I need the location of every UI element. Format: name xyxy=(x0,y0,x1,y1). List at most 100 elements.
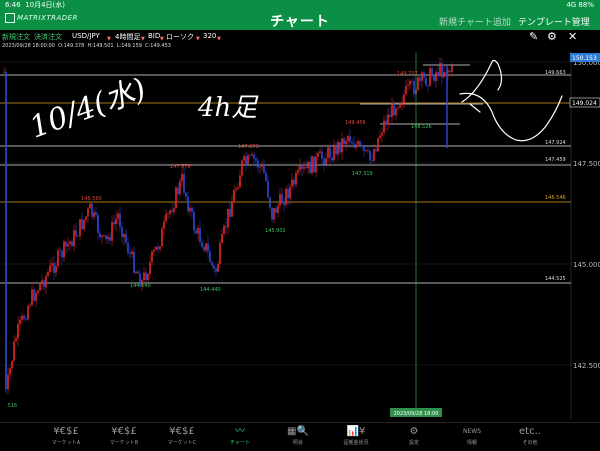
candle-body xyxy=(263,166,265,173)
candle-body xyxy=(53,263,55,273)
candle-body xyxy=(189,207,191,212)
search-icon: ▦🔍 xyxy=(287,426,309,437)
ohlc-close: C:149.453 xyxy=(145,43,171,49)
side-select[interactable]: BID xyxy=(148,32,160,40)
chart-type-select[interactable]: ローソク xyxy=(166,32,194,42)
battery-status: 4G 88% xyxy=(566,1,594,9)
nav-other[interactable]: etc.. その他 xyxy=(504,425,556,447)
candle-body xyxy=(351,142,353,144)
candle-body xyxy=(395,108,397,116)
candle-body xyxy=(97,215,99,233)
candle-body xyxy=(165,213,167,222)
candle-body xyxy=(299,166,301,171)
candle-body xyxy=(417,77,419,91)
candle-body xyxy=(233,190,235,202)
candle-body xyxy=(329,147,331,158)
ohlc-high: H:149.501 xyxy=(87,43,114,49)
interval-dropdown-icon[interactable]: ▼ xyxy=(141,36,145,42)
candle-body xyxy=(85,216,87,220)
new-order-button[interactable]: 新規注文 xyxy=(2,32,30,42)
gear-icon[interactable]: ⚙ xyxy=(547,31,557,42)
template-manage-button[interactable]: テンプレート管理 xyxy=(518,15,590,28)
bar-count-select[interactable]: 320 xyxy=(203,32,216,40)
interval-select[interactable]: 4時間足 xyxy=(115,32,140,42)
candle-body xyxy=(321,151,323,159)
chart-toolbar: 新規注文 決済注文 USD/JPY ▼ 4時間足 ▼ BID ▼ ローソク ▼ … xyxy=(0,30,600,42)
pair-select[interactable]: USD/JPY xyxy=(72,32,100,40)
axis-label-142500: 142.500 xyxy=(573,362,600,370)
pair-dropdown-icon[interactable]: ▼ xyxy=(107,36,111,42)
candle-body xyxy=(433,76,435,81)
nav-inquiry[interactable]: ▦🔍 照会 xyxy=(272,425,324,447)
candle-body xyxy=(227,209,229,228)
candle-body xyxy=(179,180,181,195)
candle-body xyxy=(295,172,297,185)
candle-body xyxy=(371,160,373,161)
nav-settings[interactable]: ⚙ 設定 xyxy=(388,425,440,447)
candle-body xyxy=(363,146,365,152)
candle-body xyxy=(273,208,275,220)
candle-body xyxy=(43,280,45,288)
candle-body xyxy=(405,85,407,95)
nav-label: その他 xyxy=(522,440,538,446)
candle-body xyxy=(313,156,315,173)
candle-body xyxy=(145,272,147,281)
candle-body xyxy=(315,156,317,173)
close-icon[interactable]: ✕ xyxy=(568,31,577,42)
annot-149707: 149.707 xyxy=(397,71,418,77)
nav-chart[interactable]: 〰チャート xyxy=(214,425,266,447)
last-price-tag: 150.153 xyxy=(570,53,600,62)
nav-market-b[interactable]: ¥€$£ マーケットB xyxy=(98,425,150,447)
candle-body xyxy=(65,241,67,247)
nav-market-a[interactable]: ¥€$£ マーケットA xyxy=(40,425,92,447)
candle-body xyxy=(309,161,311,174)
candle-body xyxy=(325,158,327,165)
candle-body xyxy=(287,188,289,199)
candle-body xyxy=(183,173,185,193)
candle-body xyxy=(245,156,247,165)
candle-body xyxy=(303,166,305,169)
candle-body xyxy=(217,264,219,272)
candle-body xyxy=(389,114,391,118)
candle-body xyxy=(3,71,5,73)
settle-order-button[interactable]: 決済注文 xyxy=(34,32,62,42)
candle-body xyxy=(353,143,355,148)
candle-body xyxy=(123,233,125,238)
nav-news[interactable]: NEWS 情報 xyxy=(446,425,498,447)
candle-body xyxy=(159,246,161,250)
candle-body xyxy=(163,221,165,229)
nav-margin-status[interactable]: 📊¥ 証拠金状況 xyxy=(330,425,382,447)
nav-market-c[interactable]: ¥€$£ マーケットC xyxy=(156,425,208,447)
count-dropdown-icon[interactable]: ▼ xyxy=(217,36,221,42)
add-chart-button[interactable]: 新規チャート追加 xyxy=(439,15,511,28)
pencil-icon[interactable]: ✎ xyxy=(529,31,538,42)
candlestick-chart[interactable]: 2023/09/28 18:00 150.000 147.500 145.000… xyxy=(0,52,600,419)
candle-body xyxy=(23,315,25,320)
currency-icon: ¥€$£ xyxy=(169,426,195,437)
candle-body xyxy=(31,289,33,305)
candle-body xyxy=(257,160,259,168)
candle-body xyxy=(223,226,225,234)
candle-body xyxy=(133,251,135,273)
candle-body xyxy=(47,272,49,276)
chart-type-dropdown-icon[interactable]: ▼ xyxy=(196,36,200,42)
candle-body xyxy=(345,140,347,145)
candle-body xyxy=(383,120,385,133)
currency-icon: ¥€$£ xyxy=(53,426,79,437)
candle-body xyxy=(191,207,193,212)
candle-body xyxy=(231,201,233,217)
candle-body xyxy=(63,241,65,258)
side-dropdown-icon[interactable]: ▼ xyxy=(160,36,164,42)
candle-body xyxy=(429,68,431,86)
nav-label: 照会 xyxy=(292,440,303,446)
candle-body xyxy=(5,71,7,390)
crosshair-date-text: 2023/09/28 18:00 xyxy=(394,411,439,417)
candle-body xyxy=(385,120,387,125)
candle-body xyxy=(361,145,363,147)
candle-body xyxy=(87,208,89,217)
candle-body xyxy=(399,103,401,108)
line-label-146546: 146.546 xyxy=(545,195,566,201)
candle-body xyxy=(409,80,411,85)
candle-body xyxy=(293,179,295,185)
annot-148526: 148.526 xyxy=(411,124,432,130)
